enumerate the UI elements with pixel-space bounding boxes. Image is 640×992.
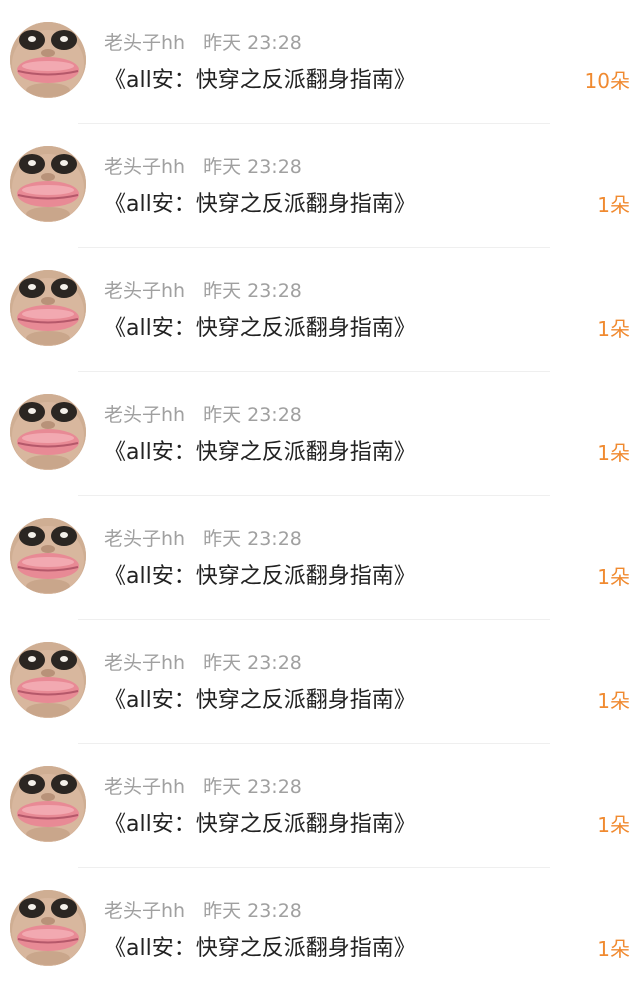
timestamp: 昨天 23:28 <box>203 900 302 922</box>
list-item[interactable]: 老头子hh 昨天 23:28 《all安：快穿之反派翻身指南》 1朵 <box>0 372 640 496</box>
face-avatar-icon <box>10 766 86 842</box>
face-avatar-icon <box>10 146 86 222</box>
notification-meta: 老头子hh 昨天 23:28 <box>104 278 302 304</box>
timestamp: 昨天 23:28 <box>203 776 302 798</box>
list-item[interactable]: 老头子hh 昨天 23:28 《all安：快穿之反派翻身指南》 1朵 <box>0 868 640 992</box>
face-avatar-icon <box>10 22 86 98</box>
timestamp: 昨天 23:28 <box>203 156 302 178</box>
flower-count: 10朵 <box>584 69 630 93</box>
flower-count: 1朵 <box>597 689 630 713</box>
face-avatar-icon <box>10 394 86 470</box>
username[interactable]: 老头子hh <box>104 404 185 426</box>
avatar[interactable] <box>10 22 86 98</box>
timestamp: 昨天 23:28 <box>203 404 302 426</box>
username[interactable]: 老头子hh <box>104 652 185 674</box>
username[interactable]: 老头子hh <box>104 528 185 550</box>
flower-count: 1朵 <box>597 193 630 217</box>
work-title-link[interactable]: 《all安：快穿之反派翻身指南》 <box>104 932 416 966</box>
list-item[interactable]: 老头子hh 昨天 23:28 《all安：快穿之反派翻身指南》 1朵 <box>0 124 640 248</box>
work-title-link[interactable]: 《all安：快穿之反派翻身指南》 <box>104 560 416 594</box>
flower-count: 1朵 <box>597 317 630 341</box>
work-title-link[interactable]: 《all安：快穿之反派翻身指南》 <box>104 312 416 346</box>
avatar[interactable] <box>10 766 86 842</box>
avatar[interactable] <box>10 394 86 470</box>
username[interactable]: 老头子hh <box>104 280 185 302</box>
list-item[interactable]: 老头子hh 昨天 23:28 《all安：快穿之反派翻身指南》 1朵 <box>0 496 640 620</box>
timestamp: 昨天 23:28 <box>203 280 302 302</box>
flower-count: 1朵 <box>597 565 630 589</box>
username[interactable]: 老头子hh <box>104 776 185 798</box>
notification-meta: 老头子hh 昨天 23:28 <box>104 526 302 552</box>
list-item[interactable]: 老头子hh 昨天 23:28 《all安：快穿之反派翻身指南》 1朵 <box>0 744 640 868</box>
work-title-link[interactable]: 《all安：快穿之反派翻身指南》 <box>104 64 416 98</box>
username[interactable]: 老头子hh <box>104 900 185 922</box>
avatar[interactable] <box>10 146 86 222</box>
avatar[interactable] <box>10 518 86 594</box>
flower-count: 1朵 <box>597 937 630 961</box>
username[interactable]: 老头子hh <box>104 32 185 54</box>
face-avatar-icon <box>10 518 86 594</box>
notification-meta: 老头子hh 昨天 23:28 <box>104 898 302 924</box>
list-item[interactable]: 老头子hh 昨天 23:28 《all安：快穿之反派翻身指南》 1朵 <box>0 620 640 744</box>
list-item[interactable]: 老头子hh 昨天 23:28 《all安：快穿之反派翻身指南》 1朵 <box>0 248 640 372</box>
avatar[interactable] <box>10 642 86 718</box>
notification-list: 老头子hh 昨天 23:28 《all安：快穿之反派翻身指南》 10朵 老头子hh… <box>0 0 640 986</box>
timestamp: 昨天 23:28 <box>203 652 302 674</box>
timestamp: 昨天 23:28 <box>203 528 302 550</box>
face-avatar-icon <box>10 642 86 718</box>
face-avatar-icon <box>10 890 86 966</box>
face-avatar-icon <box>10 270 86 346</box>
flower-count: 1朵 <box>597 813 630 837</box>
work-title-link[interactable]: 《all安：快穿之反派翻身指南》 <box>104 436 416 470</box>
flower-count: 1朵 <box>597 441 630 465</box>
list-item[interactable]: 老头子hh 昨天 23:28 《all安：快穿之反派翻身指南》 10朵 <box>0 0 640 124</box>
notification-meta: 老头子hh 昨天 23:28 <box>104 402 302 428</box>
notification-meta: 老头子hh 昨天 23:28 <box>104 650 302 676</box>
notification-meta: 老头子hh 昨天 23:28 <box>104 30 302 56</box>
notification-meta: 老头子hh 昨天 23:28 <box>104 774 302 800</box>
notification-meta: 老头子hh 昨天 23:28 <box>104 154 302 180</box>
work-title-link[interactable]: 《all安：快穿之反派翻身指南》 <box>104 684 416 718</box>
avatar[interactable] <box>10 890 86 966</box>
work-title-link[interactable]: 《all安：快穿之反派翻身指南》 <box>104 808 416 842</box>
avatar[interactable] <box>10 270 86 346</box>
timestamp: 昨天 23:28 <box>203 32 302 54</box>
work-title-link[interactable]: 《all安：快穿之反派翻身指南》 <box>104 188 416 222</box>
username[interactable]: 老头子hh <box>104 156 185 178</box>
